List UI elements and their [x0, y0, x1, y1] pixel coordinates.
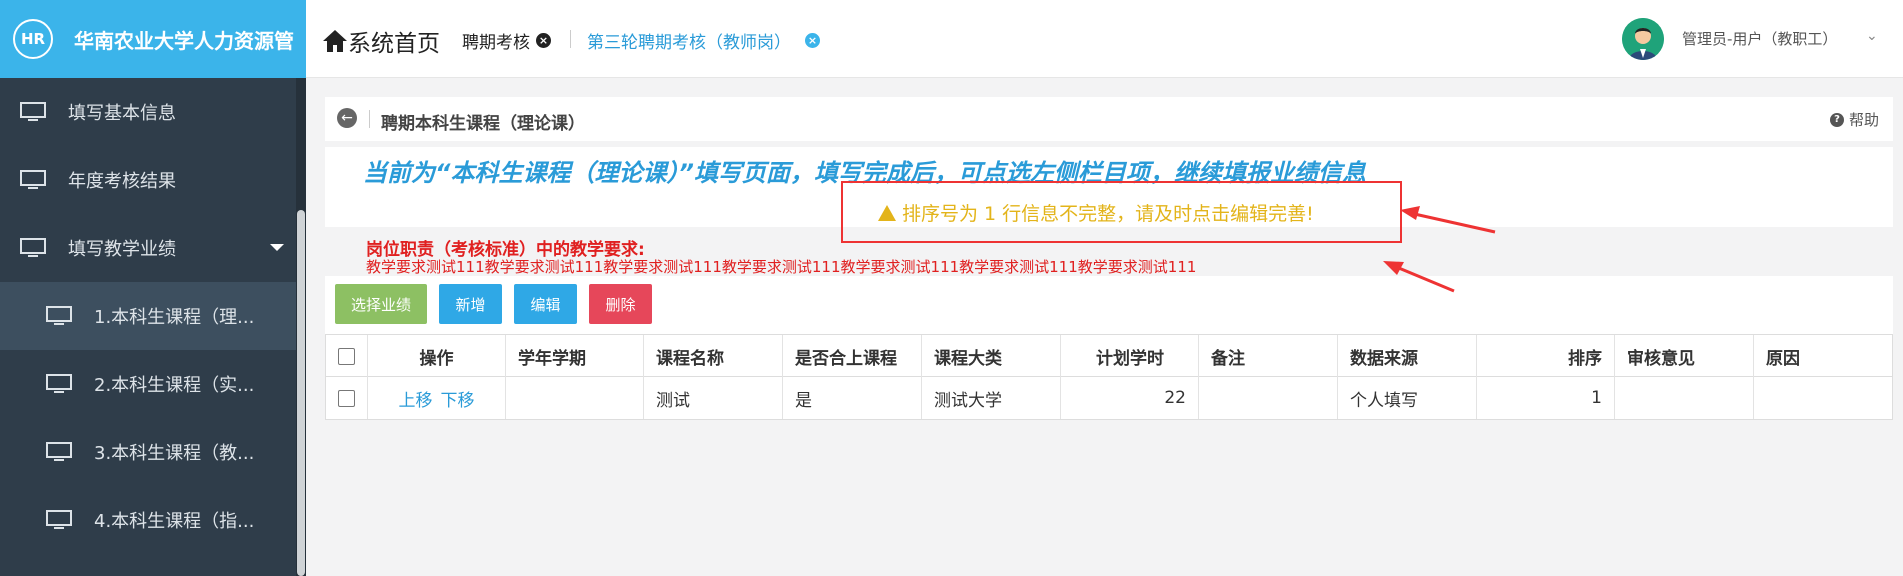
sidebar-item-label: 1.本科生课程（理... [94, 307, 255, 328]
review-cell [1615, 377, 1754, 419]
sidebar-item-label: 填写基本信息 [68, 103, 176, 124]
table-header-row: 操作 学年学期 课程名称 是否合上课程 课程大类 计划学时 备注 数据来源 排序… [326, 335, 1892, 377]
sidebar-scrollbar-thumb[interactable] [297, 210, 305, 576]
sidebar-item-course-theory[interactable]: 1.本科生课程（理... [0, 282, 296, 350]
tab-third-round[interactable]: 第三轮聘期考核（教师岗） × [587, 28, 820, 53]
notice-panel: 当前为“本科生课程（理论课）”填写页面，填写完成后，可点选左侧栏目项，继续填报业… [325, 147, 1893, 243]
column-header: 课程名称 [644, 335, 783, 377]
user-avatar-icon [1622, 18, 1664, 60]
table-row[interactable]: 上移 下移 测试 是 测试大学 22 个人填写 1 [326, 377, 1892, 419]
column-header: 排序 [1477, 335, 1615, 377]
column-header: 课程大类 [922, 335, 1061, 377]
sidebar-item-course-practice[interactable]: 2.本科生课程（实... [0, 350, 296, 418]
select-achievement-button[interactable]: 选择业绩 [335, 284, 427, 324]
column-header: 是否合上课程 [783, 335, 922, 377]
back-icon[interactable]: ← [337, 108, 357, 128]
remark-cell [1199, 377, 1338, 419]
category-cell: 测试大学 [922, 377, 1061, 419]
sidebar-item-annual-result[interactable]: 年度考核结果 [0, 146, 296, 214]
column-header: 学年学期 [506, 335, 644, 377]
warning-message: 排序号为 1 行信息不完整，请及时点击编辑完善! [878, 199, 1314, 226]
planned-hours-cell: 22 [1061, 377, 1199, 419]
home-link[interactable]: 系统首页 [322, 24, 440, 58]
monitor-icon [46, 442, 72, 461]
help-label: 帮助 [1848, 111, 1879, 129]
column-header: 计划学时 [1061, 335, 1199, 377]
sidebar-item-label: 2.本科生课程（实... [94, 375, 255, 396]
page-header: ← 聘期本科生课程（理论课） ? 帮助 [325, 97, 1893, 141]
chevron-down-icon[interactable]: ⌄ [1866, 28, 1878, 44]
term-cell [506, 377, 644, 419]
home-icon [323, 30, 347, 52]
tab-divider [570, 30, 571, 48]
requirement-text: 教学要求测试111教学要求测试111教学要求测试111教学要求测试111教学要求… [366, 258, 1197, 276]
operation-cell: 上移 下移 [368, 377, 506, 419]
select-all-cell [326, 335, 368, 377]
column-header: 操作 [368, 335, 506, 377]
help-icon: ? [1829, 112, 1844, 127]
sidebar-item-label: 3.本科生课程（教... [94, 443, 255, 464]
monitor-icon [46, 374, 72, 393]
column-header: 数据来源 [1338, 335, 1477, 377]
monitor-icon [46, 510, 72, 529]
tab-label: 第三轮聘期考核（教师岗） [587, 33, 791, 53]
sidebar-item-teaching[interactable]: 填写教学业绩 [0, 214, 296, 282]
main-content: ← 聘期本科生课程（理论课） ? 帮助 当前为“本科生课程（理论课）”填写页面，… [306, 78, 1903, 576]
reason-cell [1754, 377, 1892, 419]
sidebar-item-label: 填写教学业绩 [68, 239, 176, 260]
caret-down-icon [270, 244, 284, 251]
course-name-cell: 测试 [644, 377, 783, 419]
avatar[interactable] [1622, 18, 1664, 60]
warning-icon [878, 204, 896, 221]
sidebar-item-basic-info[interactable]: 填写基本信息 [0, 78, 296, 146]
combined-course-cell: 是 [783, 377, 922, 419]
row-checkbox[interactable] [338, 389, 355, 407]
monitor-icon [20, 170, 46, 189]
warning-box: 排序号为 1 行信息不完整，请及时点击编辑完善! [841, 181, 1402, 243]
annotation-arrow-icon [1400, 206, 1496, 234]
column-header: 审核意见 [1615, 335, 1754, 377]
sidebar-item-course-teach[interactable]: 3.本科生课程（教... [0, 418, 296, 486]
sidebar-scrollbar[interactable] [296, 78, 306, 576]
hr-logo: HR [13, 19, 53, 59]
row-select-cell [326, 377, 368, 419]
warning-text: 排序号为 1 行信息不完整，请及时点击编辑完善! [902, 203, 1314, 225]
divider [369, 110, 370, 128]
data-source-cell: 个人填写 [1338, 377, 1477, 419]
top-bar: 系统首页 聘期考核 × 第三轮聘期考核（教师岗） × 管理员-用户（教职工） ⌄ [306, 0, 1903, 78]
close-icon[interactable]: × [536, 33, 551, 48]
order-cell: 1 [1477, 377, 1615, 419]
tab-term-assessment[interactable]: 聘期考核 × [462, 28, 551, 53]
add-button[interactable]: 新增 [439, 284, 502, 324]
sidebar: 填写基本信息 年度考核结果 填写教学业绩 1.本科生课程（理... 2.本科生课… [0, 78, 306, 576]
help-link[interactable]: ? 帮助 [1829, 109, 1879, 130]
sidebar-item-course-guide[interactable]: 4.本科生课程（指... [0, 486, 296, 554]
brand-title: 华南农业大学人力资源管 [74, 28, 294, 53]
annotation-arrow-icon [1383, 261, 1455, 293]
data-table: 操作 学年学期 课程名称 是否合上课程 课程大类 计划学时 备注 数据来源 排序… [325, 334, 1893, 420]
sidebar-item-label: 年度考核结果 [68, 171, 176, 192]
sidebar-item-label: 4.本科生课程（指... [94, 511, 255, 532]
user-name[interactable]: 管理员-用户（教职工） [1682, 28, 1837, 49]
toolbar: 选择业绩 新增 编辑 删除 [325, 276, 1893, 334]
edit-button[interactable]: 编辑 [514, 284, 577, 324]
move-up-link[interactable]: 上移 [399, 386, 433, 411]
column-header: 备注 [1199, 335, 1338, 377]
move-down-link[interactable]: 下移 [441, 386, 475, 411]
page-title: 聘期本科生课程（理论课） [381, 114, 585, 134]
close-icon[interactable]: × [805, 33, 820, 48]
column-header: 原因 [1766, 348, 1800, 369]
select-all-checkbox[interactable] [338, 347, 355, 365]
monitor-icon [20, 238, 46, 257]
tab-label: 聘期考核 [462, 33, 530, 53]
delete-button[interactable]: 删除 [589, 284, 652, 324]
monitor-icon [20, 102, 46, 121]
monitor-icon [46, 306, 72, 325]
home-label: 系统首页 [348, 31, 440, 57]
brand-bar: HR 华南农业大学人力资源管 [0, 0, 306, 78]
